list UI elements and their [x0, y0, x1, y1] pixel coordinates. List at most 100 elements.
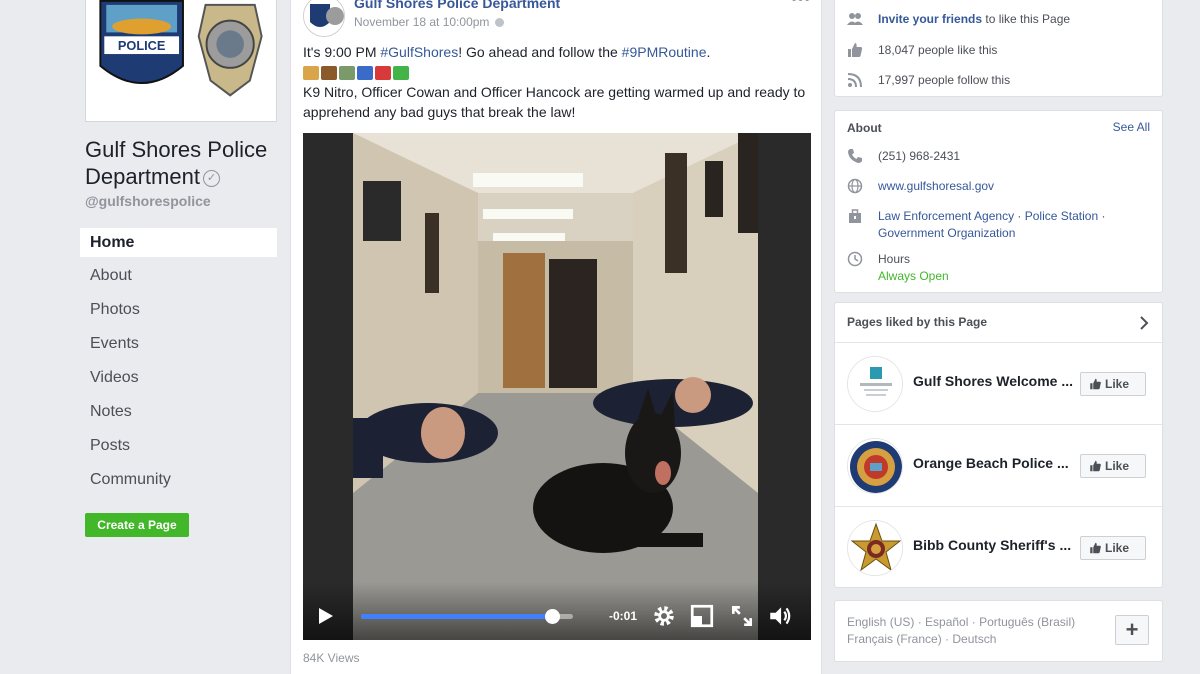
invite-friends-link[interactable]: Invite your friends: [878, 12, 982, 26]
like-button-label: Like: [1105, 541, 1130, 555]
like-button-label: Like: [1105, 459, 1130, 473]
public-globe-icon: [495, 18, 505, 28]
post-body: K9 Nitro, Officer Cowan and Officer Hanc…: [303, 84, 806, 120]
liked-pages-card: Pages liked by this Page Gulf Shores Wel…: [834, 302, 1164, 588]
category-separator-2: ·: [1098, 209, 1106, 223]
video-player[interactable]: -0:01: [303, 133, 811, 640]
video-progress-bar[interactable]: [361, 609, 573, 624]
page-nav: Home About Photos Events Videos Notes Po…: [80, 228, 277, 500]
about-card-title: About: [847, 121, 882, 135]
flexed-arm-emoji-icon: [303, 66, 319, 81]
video-time-remaining: -0:01: [609, 609, 638, 623]
volume-icon[interactable]: [767, 603, 793, 629]
liked-page-name[interactable]: Orange Beach Police ...: [913, 455, 1073, 471]
door-emoji-icon: [321, 66, 337, 81]
video-progress-knob[interactable]: [544, 609, 560, 624]
liked-page-avatar[interactable]: [847, 438, 903, 494]
clock-icon: [847, 251, 863, 267]
run-emoji-icon: [339, 66, 355, 81]
video-frame-image: [353, 133, 758, 640]
likes-count-text: 18,047 people like this: [878, 43, 998, 57]
settings-gear-icon[interactable]: [651, 603, 677, 629]
category-law-enforcement[interactable]: Law Enforcement Agency: [878, 209, 1014, 223]
phone-icon: [848, 149, 862, 163]
nav-item-events[interactable]: Events: [80, 330, 277, 364]
post-message: It's 9:00 PM #GulfShores! Go ahead and f…: [303, 42, 808, 122]
like-button[interactable]: Like: [1080, 372, 1146, 396]
post-author-avatar[interactable]: [303, 0, 345, 37]
post-options-icon[interactable]: •••: [791, 0, 811, 9]
police-logo-image: POLICE: [92, 0, 270, 115]
nav-item-videos[interactable]: Videos: [80, 364, 277, 398]
liked-page-name[interactable]: Gulf Shores Welcome ...: [913, 373, 1073, 389]
invite-rest-text: to like this Page: [982, 12, 1071, 26]
language-espanol[interactable]: Español: [925, 615, 968, 629]
page-handle[interactable]: @gulfshorespolice: [85, 193, 211, 209]
nav-item-community[interactable]: Community: [80, 466, 277, 500]
hd-quality-icon[interactable]: [689, 603, 715, 629]
post-line1-pre: It's 9:00 PM: [303, 44, 381, 60]
post-author-name[interactable]: Gulf Shores Police Department: [354, 0, 560, 11]
check-mark-emoji-icon: [393, 66, 409, 81]
category-separator-1: ·: [1014, 209, 1025, 223]
language-list: English (US) · Español · Português (Bras…: [847, 615, 1076, 646]
liked-page-item[interactable]: Orange Beach Police ... Like: [835, 424, 1164, 506]
liked-pages-title: Pages liked by this Page: [847, 315, 988, 329]
play-icon[interactable]: [319, 608, 333, 624]
nav-item-home[interactable]: Home: [80, 228, 277, 257]
thumb-up-icon: [848, 43, 863, 57]
profile-picture[interactable]: POLICE: [85, 0, 277, 122]
nav-item-notes[interactable]: Notes: [80, 398, 277, 432]
hours-value: Always Open: [878, 269, 949, 283]
like-button[interactable]: Like: [1080, 454, 1146, 478]
language-english[interactable]: English (US): [847, 615, 914, 629]
thumb-up-icon: [1090, 542, 1101, 554]
language-deutsch[interactable]: Deutsch: [952, 632, 996, 646]
create-page-button[interactable]: Create a Page: [85, 513, 189, 537]
liked-page-avatar[interactable]: [847, 520, 903, 576]
globe-icon: [847, 178, 863, 194]
fullscreen-icon[interactable]: [729, 603, 755, 629]
chevron-right-icon[interactable]: [1138, 316, 1150, 330]
police-car-emoji-icon: [375, 66, 391, 81]
liked-page-item[interactable]: Bibb County Sheriff's ... Like: [835, 506, 1164, 588]
liked-page-avatar[interactable]: [847, 356, 903, 412]
emoji-row: [303, 62, 808, 82]
verified-icon: ✓: [202, 169, 220, 187]
video-controls: -0:01: [303, 582, 811, 640]
about-card: About See All (251) 968-2431 www.gulfsho…: [834, 110, 1163, 293]
post-timestamp[interactable]: November 18 at 10:00pm: [354, 15, 505, 29]
see-all-link[interactable]: See All: [1113, 120, 1150, 134]
website-link[interactable]: www.gulfshoresal.gov: [878, 178, 1158, 195]
like-button[interactable]: Like: [1080, 536, 1146, 560]
hashtag-9pmroutine[interactable]: #9PMRoutine: [622, 44, 707, 60]
logo-police-text: POLICE: [118, 38, 166, 53]
hashtag-gulfshores[interactable]: #GulfShores: [380, 44, 458, 60]
post-line1-post: .: [706, 44, 711, 60]
phone-number[interactable]: (251) 968-2431: [878, 148, 1158, 165]
thumb-up-icon: [1090, 378, 1101, 390]
post-timestamp-text[interactable]: November 18 at 10:00pm: [354, 15, 489, 29]
post-line-1: It's 9:00 PM #GulfShores! Go ahead and f…: [303, 42, 808, 62]
liked-page-name[interactable]: Bibb County Sheriff's ...: [913, 537, 1073, 553]
rss-icon: [847, 73, 862, 88]
add-language-button[interactable]: +: [1115, 615, 1149, 645]
post-card: Gulf Shores Police Department November 1…: [290, 0, 822, 674]
post-line1-mid: ! Go ahead and follow the: [458, 44, 622, 60]
page-title-text: Gulf Shores Police Department: [85, 137, 268, 189]
category-police-station[interactable]: Police Station: [1025, 209, 1098, 223]
liked-page-item[interactable]: Gulf Shores Welcome ... Like: [835, 342, 1164, 424]
community-card: Invite your friends to like this Page 18…: [834, 0, 1163, 97]
hours-label: Hours: [878, 252, 911, 266]
thumb-up-icon: [1090, 460, 1101, 472]
language-francais[interactable]: Français (France): [847, 632, 942, 646]
nav-item-about[interactable]: About: [80, 262, 277, 296]
language-card: English (US) · Español · Português (Bras…: [834, 600, 1163, 662]
follows-count-text: 17,997 people follow this: [878, 73, 1011, 87]
category-government-organization[interactable]: Government Organization: [878, 226, 1015, 240]
like-button-label: Like: [1105, 377, 1130, 391]
nav-item-posts[interactable]: Posts: [80, 432, 277, 466]
page-title: Gulf Shores Police Department ✓: [85, 136, 285, 190]
language-portugues[interactable]: Português (Brasil): [979, 615, 1075, 629]
nav-item-photos[interactable]: Photos: [80, 296, 277, 330]
